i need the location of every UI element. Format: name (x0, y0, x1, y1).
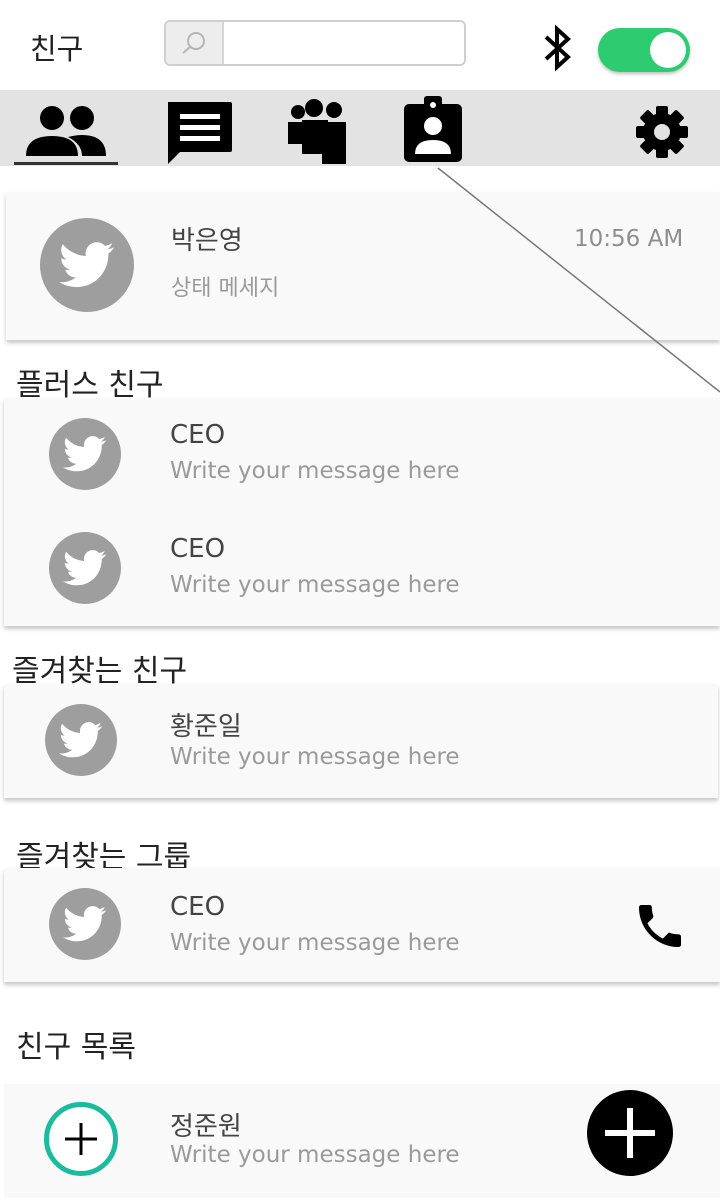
bluetooth-toggle[interactable] (598, 28, 690, 72)
profile-status: 상태 메세지 (171, 276, 280, 301)
bird-icon (63, 550, 107, 586)
contact-card-icon (404, 96, 462, 162)
avatar[interactable] (45, 704, 117, 776)
tab-contacts[interactable] (398, 90, 468, 166)
avatar[interactable] (49, 532, 121, 604)
search-box[interactable] (164, 20, 466, 66)
contact-message: Write your message here (170, 1142, 460, 1168)
favorite-friends-card: 황준일 Write your message here (4, 684, 718, 798)
contact-name: CEO (170, 534, 226, 564)
list-item[interactable]: CEO Write your message here (4, 398, 720, 512)
contact-name: CEO (170, 892, 226, 922)
contact-name: 황준일 (170, 712, 242, 742)
my-profile-card[interactable]: 박은영 상태 메세지 10:56 AM (6, 192, 720, 340)
search-input[interactable] (226, 22, 460, 64)
bird-icon (63, 906, 107, 942)
avatar[interactable] (40, 218, 134, 312)
avatar[interactable] (49, 888, 121, 960)
bird-icon (59, 242, 115, 288)
add-friend-button[interactable] (44, 1102, 118, 1176)
chat-icon (168, 102, 232, 164)
group-icon (288, 99, 346, 164)
bluetooth-icon[interactable] (538, 24, 578, 72)
favorite-groups-card: CEO Write your message here (4, 868, 720, 982)
page-title: 친구 (30, 32, 84, 66)
top-bar: 친구 (0, 0, 720, 90)
avatar[interactable] (49, 418, 121, 490)
tab-settings[interactable] (630, 90, 694, 166)
gear-icon (636, 106, 688, 158)
profile-time: 10:56 AM (574, 226, 684, 252)
contact-message: Write your message here (170, 572, 460, 598)
tab-active-indicator (14, 162, 118, 165)
contact-message: Write your message here (170, 458, 460, 484)
contact-name: 정준원 (170, 1112, 242, 1142)
list-item[interactable]: 황준일 Write your message here (4, 684, 718, 798)
contact-name: CEO (170, 420, 226, 450)
tab-chat[interactable] (160, 90, 240, 166)
tab-groups[interactable] (282, 90, 352, 166)
plus-friends-card: CEO Write your message here CEO Write yo… (4, 398, 720, 626)
bird-icon (63, 436, 107, 472)
bird-icon (59, 722, 103, 758)
plus-icon (65, 1123, 97, 1155)
friends-icon (26, 106, 106, 156)
toggle-knob (650, 32, 686, 68)
phone-icon[interactable] (632, 898, 688, 954)
plus-icon (605, 1108, 655, 1158)
tab-friends[interactable] (14, 90, 118, 166)
profile-name: 박은영 (171, 226, 243, 256)
section-title-friend-list: 친구 목록 (16, 1030, 136, 1065)
contact-message: Write your message here (170, 930, 460, 956)
list-item[interactable]: CEO Write your message here (4, 868, 720, 982)
add-button[interactable] (587, 1090, 673, 1176)
list-item[interactable]: CEO Write your message here (4, 512, 720, 626)
search-icon[interactable] (166, 22, 224, 64)
tab-bar (0, 90, 720, 166)
contact-message: Write your message here (170, 744, 460, 770)
